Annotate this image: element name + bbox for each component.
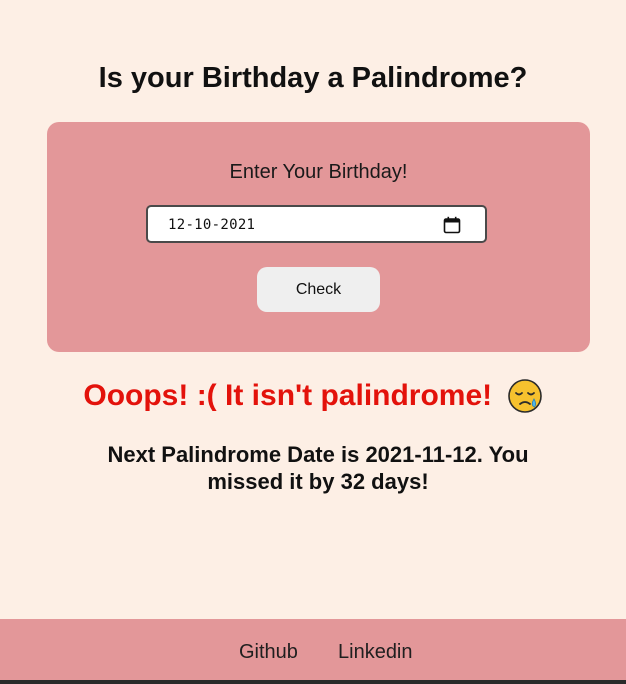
window-bottom-edge — [0, 680, 626, 684]
next-palindrome-info: Next Palindrome Date is 2021-11-12. You … — [107, 442, 529, 494]
check-button[interactable]: Check — [257, 267, 380, 312]
date-value: 12-10-2021 — [168, 217, 256, 233]
calendar-icon[interactable] — [443, 216, 461, 234]
sad-crying-face-icon — [507, 379, 542, 413]
page-title: Is your Birthday a Palindrome? — [98, 62, 528, 94]
github-link[interactable]: Github — [239, 641, 298, 664]
linkedin-link[interactable]: Linkedin — [338, 641, 413, 664]
footer: Github Linkedin — [0, 619, 626, 680]
birthday-form-card: Enter Your Birthday! 12-10-2021 Check — [47, 122, 590, 352]
result-text: Ooops! :( It isn't palindrome! — [83, 379, 493, 412]
birthday-label: Enter Your Birthday! — [229, 161, 408, 183]
result-message: Ooops! :( It isn't palindrome! — [0, 378, 626, 414]
birthday-date-input[interactable]: 12-10-2021 — [146, 205, 487, 243]
